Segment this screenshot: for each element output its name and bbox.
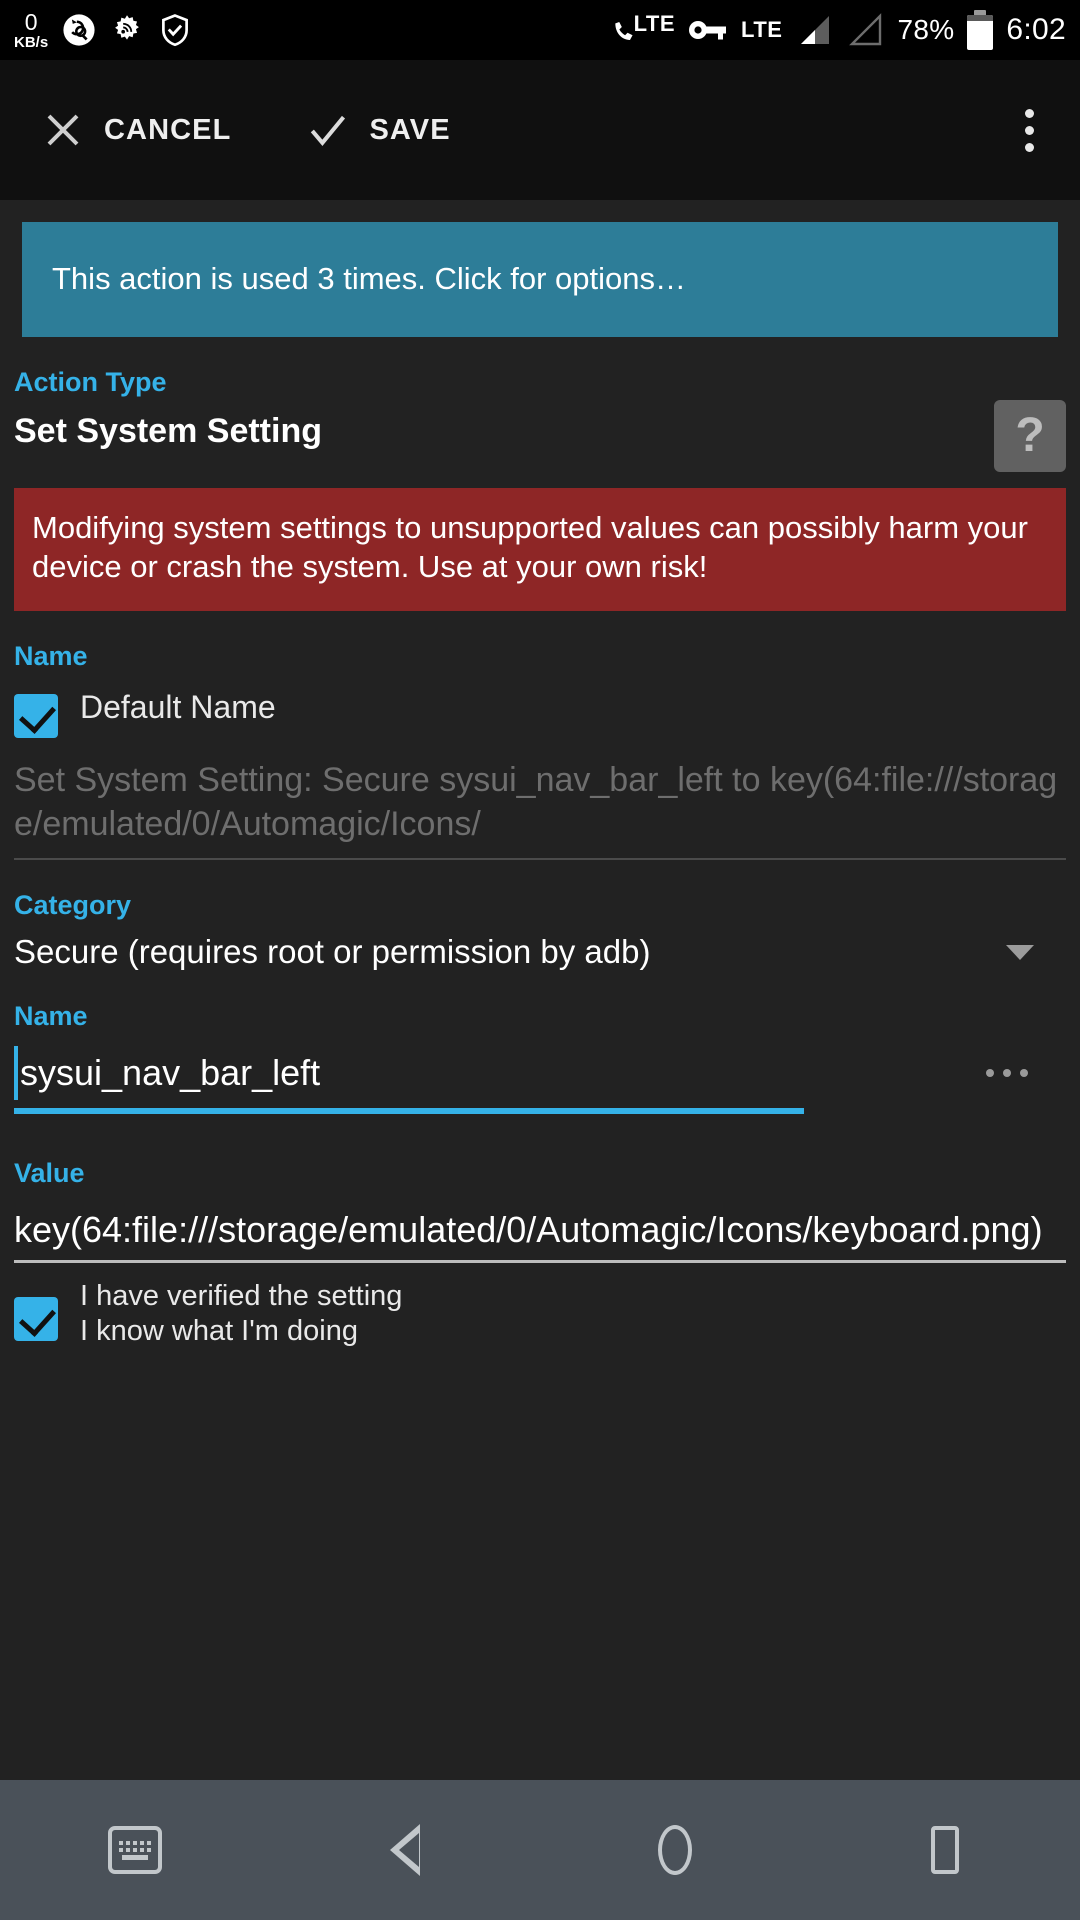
network-speed-value: 0 bbox=[24, 8, 38, 35]
usage-banner-text: This action is used 3 times. Click for o… bbox=[52, 261, 687, 296]
back-triangle-icon bbox=[390, 1824, 420, 1876]
help-question-icon[interactable]: ? bbox=[994, 399, 1066, 472]
category-selected-value: Secure (requires root or permission by a… bbox=[14, 933, 651, 971]
status-bar: 0 KB/s LTE LTE 78% 6:02 bbox=[0, 0, 1080, 60]
action-type-label: Action Type bbox=[14, 366, 167, 397]
call-lte-label: LTE bbox=[633, 11, 676, 36]
data-lte-label: LTE bbox=[741, 17, 783, 42]
generated-name-text: Set System Setting: Secure sysui_nav_bar… bbox=[14, 761, 1058, 844]
call-lte-indicator: LTE bbox=[611, 11, 676, 47]
setting-name-input[interactable]: sysui_nav_bar_left bbox=[20, 1052, 320, 1094]
save-label: SAVE bbox=[369, 113, 451, 146]
verified-line-1: I have verified the setting bbox=[80, 1279, 403, 1312]
home-button[interactable] bbox=[540, 1825, 810, 1875]
cancel-label: CANCEL bbox=[104, 113, 232, 146]
network-speed-unit: KB/s bbox=[14, 33, 49, 51]
action-type-value[interactable]: Set System Setting bbox=[14, 412, 322, 451]
help-glyph: ? bbox=[1015, 409, 1045, 463]
recents-square-icon bbox=[931, 1826, 959, 1874]
verified-line-2: I know what I'm doing bbox=[80, 1314, 358, 1347]
overflow-menu-icon[interactable] bbox=[1003, 95, 1056, 166]
clock: 6:02 bbox=[1006, 13, 1066, 46]
setting-name-input-wrap: sysui_nav_bar_left bbox=[14, 1046, 1066, 1115]
verified-checkbox[interactable] bbox=[14, 1296, 58, 1341]
status-bar-right: LTE LTE 78% 6:02 bbox=[611, 10, 1066, 50]
category-select[interactable]: Secure (requires root or permission by a… bbox=[14, 933, 1066, 971]
warning-message: Modifying system settings to unsupported… bbox=[14, 487, 1066, 612]
app-bar: CANCEL SAVE bbox=[0, 60, 1080, 200]
signal-bars-empty-icon bbox=[849, 13, 882, 46]
text-cursor bbox=[14, 1046, 18, 1101]
keyboard-switch-button[interactable] bbox=[0, 1826, 270, 1874]
default-name-checkbox-row[interactable]: Default Name bbox=[14, 688, 1066, 739]
search-refresh-icon bbox=[63, 14, 95, 46]
check-icon bbox=[311, 115, 346, 146]
value-divider bbox=[14, 1259, 1066, 1263]
category-label: Category bbox=[14, 890, 132, 921]
network-speed-indicator: 0 KB/s bbox=[14, 8, 49, 51]
recents-button[interactable] bbox=[810, 1826, 1080, 1874]
value-label: Value bbox=[14, 1158, 85, 1189]
setting-name-underline bbox=[14, 1108, 804, 1115]
navigation-bar bbox=[0, 1780, 1080, 1920]
home-circle-icon bbox=[658, 1825, 692, 1875]
save-button[interactable]: SAVE bbox=[287, 60, 468, 200]
gear-rss-icon bbox=[115, 15, 140, 40]
battery-icon bbox=[967, 10, 994, 50]
shield-check-icon bbox=[162, 14, 189, 47]
usage-banner[interactable]: This action is used 3 times. Click for o… bbox=[22, 222, 1058, 337]
signal-bars-icon bbox=[801, 16, 830, 44]
generated-name-divider bbox=[14, 858, 1066, 861]
verified-labels: I have verified the setting I know what … bbox=[80, 1279, 402, 1350]
back-button[interactable] bbox=[270, 1824, 540, 1876]
cancel-button[interactable]: CANCEL bbox=[24, 60, 249, 200]
default-name-label: Default Name bbox=[80, 689, 276, 726]
more-options-icon[interactable] bbox=[986, 1069, 1066, 1078]
status-bar-left: 0 KB/s bbox=[14, 8, 192, 51]
verified-checkbox-row[interactable]: I have verified the setting I know what … bbox=[14, 1279, 1066, 1350]
vpn-key-icon bbox=[689, 21, 727, 40]
setting-name-label: Name bbox=[14, 1001, 88, 1032]
warning-text: Modifying system settings to unsupported… bbox=[32, 509, 1028, 585]
action-editor-form: This action is used 3 times. Click for o… bbox=[0, 200, 1080, 1780]
default-name-checkbox[interactable] bbox=[14, 694, 58, 739]
name-section-label: Name bbox=[14, 641, 88, 672]
close-icon bbox=[47, 114, 79, 146]
phone-screen: 0 KB/s LTE LTE 78% 6:02 CANCEL SAVE This… bbox=[0, 0, 1080, 1920]
keyboard-icon bbox=[108, 1826, 162, 1874]
value-input[interactable]: key(64:file:///storage/emulated/0/Automa… bbox=[14, 1207, 1066, 1253]
battery-percent: 78% bbox=[897, 14, 955, 45]
chevron-down-icon bbox=[1006, 944, 1034, 960]
